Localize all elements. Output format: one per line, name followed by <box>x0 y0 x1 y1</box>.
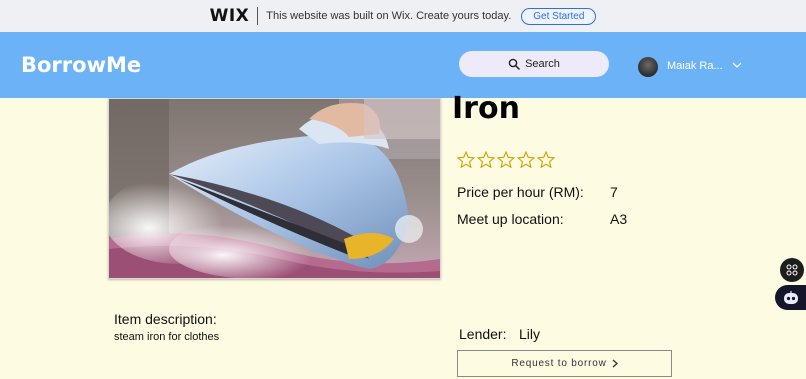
description-label: Item description: <box>114 311 217 327</box>
star-icon[interactable] <box>457 151 475 168</box>
apps-widget-button[interactable] <box>780 258 804 282</box>
request-to-borrow-label: Request to borrow <box>511 358 607 369</box>
star-icon[interactable] <box>497 151 515 168</box>
product-image <box>108 98 441 279</box>
lender-label: Lender: <box>459 326 507 342</box>
brand-logo[interactable]: BorrowMe <box>21 53 141 77</box>
request-to-borrow-button[interactable]: Request to borrow <box>457 350 672 377</box>
wix-banner: WIX This website was built on Wix. Creat… <box>0 0 806 33</box>
star-icon[interactable] <box>477 151 495 168</box>
wix-banner-message: This website was built on Wix. Create yo… <box>266 10 512 22</box>
price-value: 7 <box>610 184 618 200</box>
site-header: BorrowMe Search Maiak Ra... <box>0 32 806 98</box>
search-button[interactable]: Search <box>459 51 609 77</box>
search-icon <box>508 58 520 70</box>
steam-iron-photo-icon <box>109 99 440 278</box>
chat-widget-button[interactable] <box>775 285 806 310</box>
grid-icon <box>786 264 798 276</box>
wix-separator <box>257 7 259 25</box>
price-label: Price per hour (RM): <box>457 184 584 200</box>
robot-chat-icon <box>783 290 798 304</box>
description-text: steam iron for clothes <box>114 331 220 343</box>
search-button-label: Search <box>525 58 560 70</box>
location-value: A3 <box>610 211 628 227</box>
location-label: Meet up location: <box>457 211 564 227</box>
get-started-button[interactable]: Get Started <box>521 7 597 25</box>
chevron-down-icon[interactable] <box>732 62 742 69</box>
lender-name: Lily <box>519 326 541 342</box>
star-icon[interactable] <box>517 151 535 168</box>
chevron-right-icon <box>612 359 618 368</box>
item-title: Iron <box>452 91 520 126</box>
user-name[interactable]: Maiak Ra... <box>667 60 723 72</box>
star-icon[interactable] <box>537 151 555 168</box>
wix-logo: WIX <box>209 6 250 26</box>
avatar[interactable] <box>638 57 658 77</box>
star-rating[interactable] <box>457 151 557 168</box>
